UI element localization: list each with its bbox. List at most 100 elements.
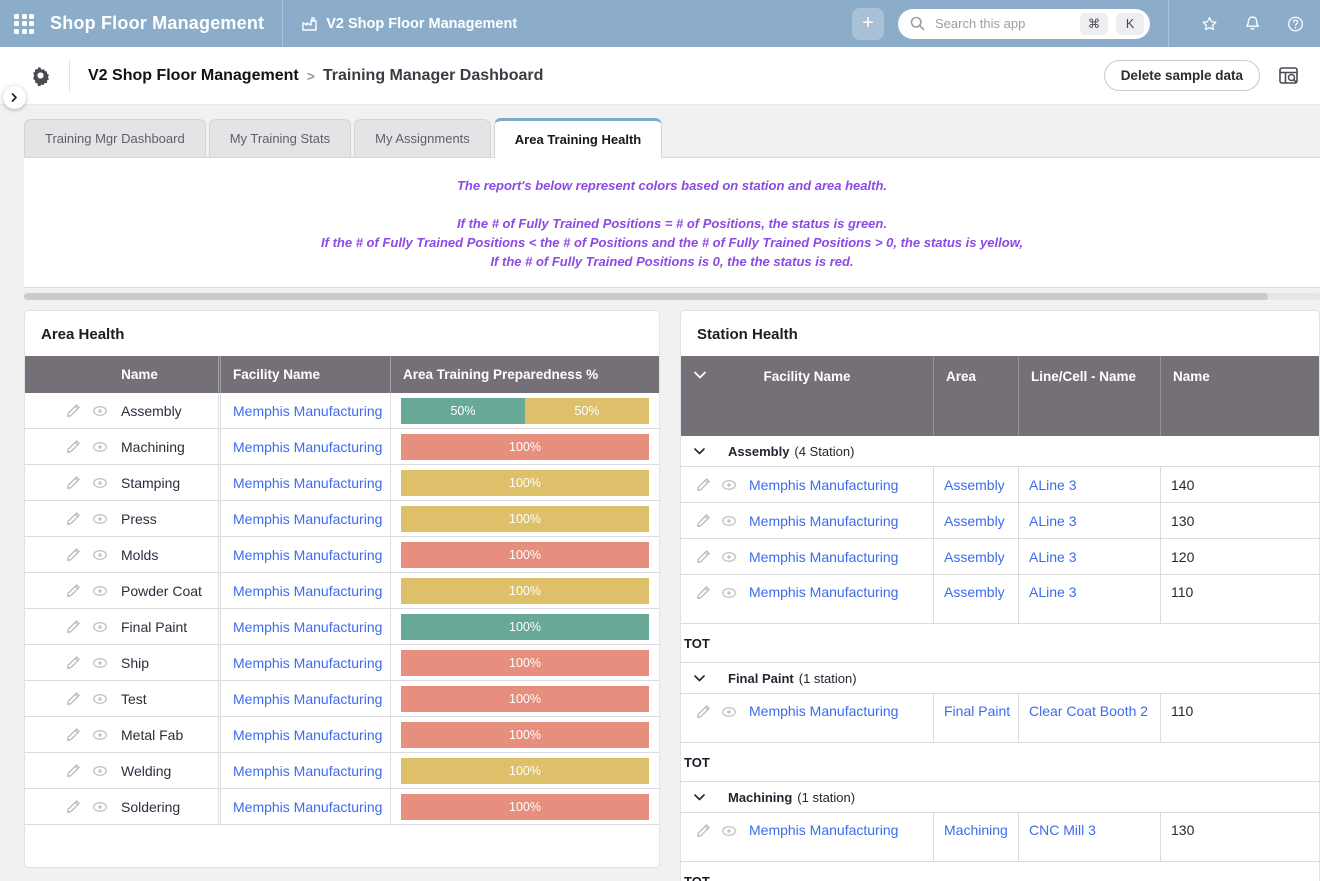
view-eye-icon[interactable] <box>720 476 737 493</box>
edit-pencil-icon[interactable] <box>65 618 82 635</box>
edit-pencil-icon[interactable] <box>65 762 82 779</box>
station-area-link[interactable]: Assembly <box>944 477 1005 493</box>
bar-segment-yellow: 50% <box>525 398 649 424</box>
edit-pencil-icon[interactable] <box>65 582 82 599</box>
group-chevron-icon[interactable] <box>694 448 705 455</box>
station-facility-link[interactable]: Memphis Manufacturing <box>749 584 898 600</box>
station-facility-link[interactable]: Memphis Manufacturing <box>749 549 898 565</box>
tab-my-assignments[interactable]: My Assignments <box>354 119 491 157</box>
edit-pencil-icon[interactable] <box>695 548 712 565</box>
station-line-link[interactable]: ALine 3 <box>1029 549 1076 565</box>
view-eye-icon[interactable] <box>91 762 108 779</box>
help-icon[interactable] <box>1287 15 1304 32</box>
edit-pencil-icon[interactable] <box>65 510 82 527</box>
view-eye-icon[interactable] <box>91 582 108 599</box>
workspace-switcher[interactable]: V2 Shop Floor Management <box>301 15 517 32</box>
view-eye-icon[interactable] <box>720 822 737 839</box>
station-area-link[interactable]: Assembly <box>944 584 1005 600</box>
view-eye-icon[interactable] <box>91 402 108 419</box>
view-eye-icon[interactable] <box>91 618 108 635</box>
collapse-all-chevron-icon[interactable] <box>694 371 706 379</box>
delete-sample-data-button[interactable]: Delete sample data <box>1104 60 1260 91</box>
notifications-bell-icon[interactable] <box>1244 15 1261 32</box>
area-facility-link[interactable]: Memphis Manufacturing <box>233 727 382 743</box>
area-facility-link[interactable]: Memphis Manufacturing <box>233 547 382 563</box>
view-eye-icon[interactable] <box>91 474 108 491</box>
view-eye-icon[interactable] <box>91 726 108 743</box>
view-eye-icon[interactable] <box>720 512 737 529</box>
breadcrumb-current: Training Manager Dashboard <box>323 67 543 85</box>
group-name: Final Paint <box>728 671 794 686</box>
station-facility-link[interactable]: Memphis Manufacturing <box>749 477 898 493</box>
view-eye-icon[interactable] <box>91 546 108 563</box>
edit-pencil-icon[interactable] <box>695 822 712 839</box>
area-facility-link[interactable]: Memphis Manufacturing <box>233 439 382 455</box>
edit-pencil-icon[interactable] <box>695 584 712 601</box>
view-eye-icon[interactable] <box>720 548 737 565</box>
edit-pencil-icon[interactable] <box>65 798 82 815</box>
favorite-star-icon[interactable] <box>1201 15 1218 32</box>
view-eye-icon[interactable] <box>91 654 108 671</box>
edit-pencil-icon[interactable] <box>65 402 82 419</box>
station-area-link[interactable]: Final Paint <box>944 703 1010 719</box>
area-facility-link[interactable]: Memphis Manufacturing <box>233 691 382 707</box>
edit-pencil-icon[interactable] <box>65 726 82 743</box>
edit-pencil-icon[interactable] <box>695 476 712 493</box>
area-table-row: Stamping Memphis Manufacturing 100% <box>25 465 659 501</box>
add-button[interactable]: + <box>852 8 884 40</box>
edit-pencil-icon[interactable] <box>695 703 712 720</box>
area-name: Soldering <box>121 799 180 815</box>
station-facility-link[interactable]: Memphis Manufacturing <box>749 822 898 838</box>
area-facility-link[interactable]: Memphis Manufacturing <box>233 475 382 491</box>
station-line-link[interactable]: ALine 3 <box>1029 584 1076 600</box>
station-area-link[interactable]: Assembly <box>944 549 1005 565</box>
area-facility-link[interactable]: Memphis Manufacturing <box>233 619 382 635</box>
station-facility-link[interactable]: Memphis Manufacturing <box>749 703 898 719</box>
horizontal-scrollbar[interactable] <box>24 293 1320 300</box>
scrollbar-thumb[interactable] <box>24 293 1268 300</box>
preparedness-bar: 100% <box>401 722 649 748</box>
sidebar-expand-button[interactable] <box>3 86 26 109</box>
station-name-value: 110 <box>1171 703 1193 719</box>
area-facility-link[interactable]: Memphis Manufacturing <box>233 511 382 527</box>
breadcrumb-parent[interactable]: V2 Shop Floor Management <box>88 67 299 85</box>
area-facility-link[interactable]: Memphis Manufacturing <box>233 583 382 599</box>
edit-pencil-icon[interactable] <box>65 654 82 671</box>
view-eye-icon[interactable] <box>91 798 108 815</box>
group-chevron-icon[interactable] <box>694 794 705 801</box>
station-area-link[interactable]: Assembly <box>944 513 1005 529</box>
area-table-row: Soldering Memphis Manufacturing 100% <box>25 789 659 825</box>
edit-pencil-icon[interactable] <box>65 474 82 491</box>
station-line-link[interactable]: CNC Mill 3 <box>1029 822 1096 838</box>
app-launcher-icon[interactable] <box>14 14 34 34</box>
table-search-icon[interactable] <box>1276 64 1300 88</box>
view-eye-icon[interactable] <box>720 584 737 601</box>
edit-pencil-icon[interactable] <box>65 546 82 563</box>
station-line-link[interactable]: ALine 3 <box>1029 477 1076 493</box>
view-eye-icon[interactable] <box>91 438 108 455</box>
tab-area-training-health[interactable]: Area Training Health <box>494 118 662 158</box>
area-facility-link[interactable]: Memphis Manufacturing <box>233 799 382 815</box>
group-chevron-icon[interactable] <box>694 675 705 682</box>
edit-pencil-icon[interactable] <box>695 512 712 529</box>
view-eye-icon[interactable] <box>91 510 108 527</box>
settings-gear-icon[interactable] <box>30 65 51 86</box>
area-facility-link[interactable]: Memphis Manufacturing <box>233 763 382 779</box>
area-facility-link[interactable]: Memphis Manufacturing <box>233 403 382 419</box>
area-facility-link[interactable]: Memphis Manufacturing <box>233 655 382 671</box>
top-app-bar: Shop Floor Management V2 Shop Floor Mana… <box>0 0 1320 47</box>
tab-my-training-stats[interactable]: My Training Stats <box>209 119 351 157</box>
station-facility-link[interactable]: Memphis Manufacturing <box>749 513 898 529</box>
edit-pencil-icon[interactable] <box>65 438 82 455</box>
station-line-link[interactable]: ALine 3 <box>1029 513 1076 529</box>
station-line-link[interactable]: Clear Coat Booth 2 <box>1029 703 1148 719</box>
tab-training-mgr-dashboard[interactable]: Training Mgr Dashboard <box>24 119 206 157</box>
edit-pencil-icon[interactable] <box>65 690 82 707</box>
group-name: Machining <box>728 790 792 805</box>
search-input[interactable] <box>933 15 1072 32</box>
station-area-link[interactable]: Machining <box>944 822 1008 838</box>
app-search[interactable]: ⌘ K <box>898 9 1150 39</box>
view-eye-icon[interactable] <box>720 703 737 720</box>
col-name: Name <box>1160 356 1319 436</box>
view-eye-icon[interactable] <box>91 690 108 707</box>
